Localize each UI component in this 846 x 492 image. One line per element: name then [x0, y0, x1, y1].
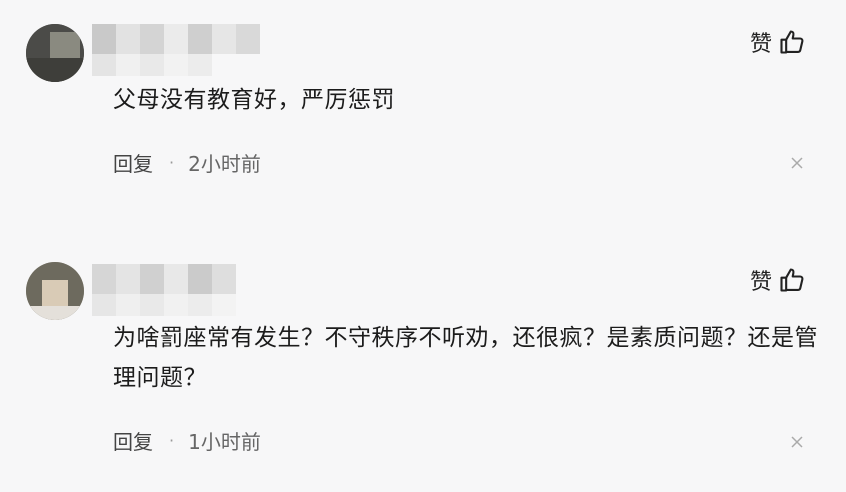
timestamp: 1小时前 [188, 430, 261, 454]
reply-button[interactable]: 回复 [113, 148, 153, 177]
avatar[interactable] [26, 24, 84, 82]
comment-2: 赞 为啥罰座常有发生？不守秩序不听劝，还很疯？是素质问题？还是管理问题？ 回复 … [0, 230, 846, 492]
comment-text: 父母没有教育好，严厉惩罚 [113, 87, 395, 113]
username-blurred[interactable] [92, 264, 236, 294]
close-icon[interactable] [790, 435, 804, 449]
username-blurred-row2 [92, 294, 236, 316]
like-button[interactable]: 赞 [750, 264, 806, 296]
comment-meta: 回复 · 1小时前 [113, 426, 261, 455]
avatar[interactable] [26, 262, 84, 320]
reply-button[interactable]: 回复 [113, 426, 153, 455]
timestamp: 2小时前 [188, 152, 261, 176]
comment-meta: 回复 · 2小时前 [113, 148, 261, 177]
thumbs-up-icon [780, 268, 804, 292]
like-label: 赞 [749, 270, 772, 295]
separator: · [169, 431, 175, 450]
username-blurred[interactable] [92, 24, 260, 54]
comment-1: 赞 父母没有教育好，严厉惩罚 回复 · 2小时前 [0, 0, 846, 230]
separator: · [169, 153, 175, 172]
comment-text: 为啥罰座常有发生？不守秩序不听劝，还很疯？是素质问题？还是管理问题？ [113, 325, 818, 391]
like-button[interactable]: 赞 [750, 26, 806, 58]
like-label: 赞 [749, 32, 772, 57]
close-icon[interactable] [790, 156, 804, 170]
thumbs-up-icon [780, 30, 804, 54]
username-blurred-row2 [92, 54, 212, 76]
